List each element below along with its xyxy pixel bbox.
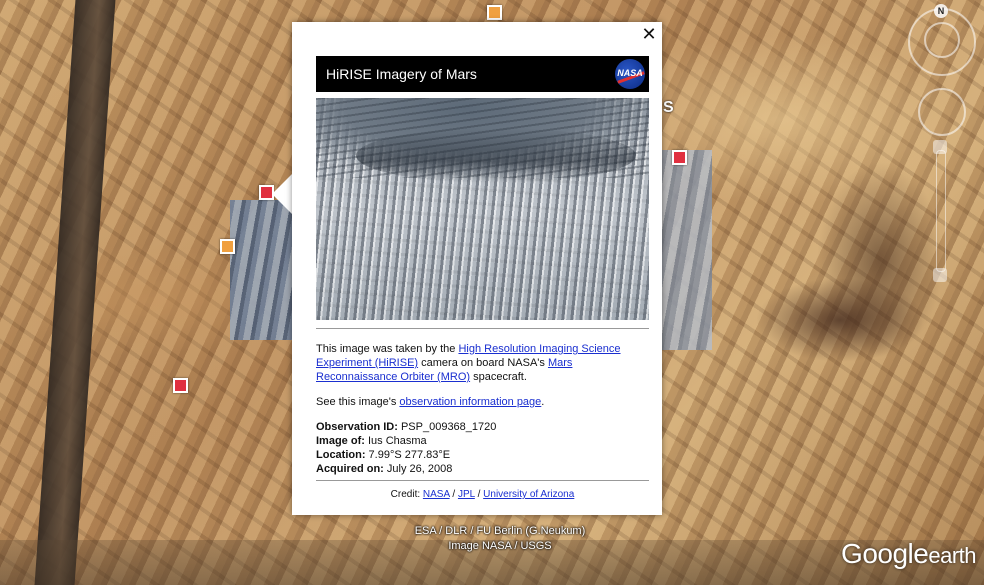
meta-value: July 26, 2008	[383, 463, 453, 475]
map-label: S	[663, 99, 674, 116]
credit-line: Credit: NASA / JPL / University of Arizo…	[316, 489, 649, 500]
navigation-controls[interactable]: N	[906, 0, 978, 300]
meta-label: Acquired on:	[316, 463, 384, 475]
meta-label: Image of:	[316, 435, 365, 447]
hirise-overlay-left	[230, 200, 295, 340]
google-earth-logo: Googleearth	[841, 538, 976, 570]
meta-label: Location:	[316, 449, 366, 461]
hirise-image	[316, 98, 649, 320]
compass-north-icon[interactable]: N	[934, 4, 948, 18]
move-joystick[interactable]	[918, 88, 966, 136]
look-joystick-inner[interactable]	[924, 22, 960, 58]
meta-row: Acquired on: July 26, 2008	[316, 462, 649, 476]
attribution-line: ESA / DLR / FU Berlin (G.Neukum)	[414, 525, 586, 537]
placemark-orange[interactable]	[487, 5, 502, 20]
meta-value: PSP_009368_1720	[397, 421, 497, 433]
placemark-red[interactable]	[173, 378, 188, 393]
balloon-header: HiRISE Imagery of Mars NASA	[316, 56, 649, 92]
meta-row: Image of: Ius Chasma	[316, 434, 649, 448]
observation-metadata: Observation ID: PSP_009368_1720 Image of…	[316, 420, 649, 476]
credit-nasa-link[interactable]: NASA	[423, 489, 450, 500]
imagery-strip-dark	[34, 0, 116, 585]
credit-jpl-link[interactable]: JPL	[458, 489, 475, 500]
info-balloon: ✕ HiRISE Imagery of Mars NASA This image…	[292, 22, 662, 515]
desc-text: This image was taken by the	[316, 343, 459, 355]
image-description: This image was taken by the High Resolut…	[316, 342, 649, 384]
balloon-title: HiRISE Imagery of Mars	[326, 66, 477, 82]
imagery-attribution: ESA / DLR / FU Berlin (G.Neukum) Image N…	[380, 524, 620, 554]
credit-uofa-link[interactable]: University of Arizona	[483, 489, 574, 500]
zoom-out-button[interactable]	[933, 268, 947, 282]
observation-info-line: See this image's observation information…	[316, 396, 649, 408]
zoom-in-button[interactable]	[933, 140, 947, 154]
meta-label: Observation ID:	[316, 421, 398, 433]
meta-value: 7.99°S 277.83°E	[365, 449, 451, 461]
balloon-pointer	[272, 172, 294, 216]
credit-separator: /	[474, 489, 484, 500]
placemark-orange[interactable]	[220, 239, 235, 254]
divider	[316, 480, 649, 481]
hirise-overlay-right	[662, 150, 712, 350]
credit-separator: /	[449, 489, 458, 500]
observation-info-link[interactable]: observation information page	[399, 396, 541, 408]
zoom-slider[interactable]	[936, 150, 946, 272]
placemark-red[interactable]	[672, 150, 687, 165]
attribution-line: Image NASA / USGS	[448, 540, 552, 552]
see-text: .	[541, 396, 545, 408]
credit-label: Credit:	[390, 489, 423, 500]
meta-row: Location: 7.99°S 277.83°E	[316, 448, 649, 462]
see-text: See this image's	[316, 396, 400, 408]
meta-value: Ius Chasma	[364, 435, 427, 447]
desc-text: spacecraft.	[470, 371, 527, 383]
divider	[316, 328, 649, 329]
meta-row: Observation ID: PSP_009368_1720	[316, 420, 649, 434]
logo-google-text: Google	[841, 538, 929, 569]
image-shadow-band	[356, 128, 636, 183]
close-icon[interactable]: ✕	[639, 24, 659, 44]
desc-text: camera on board NASA's	[418, 357, 548, 369]
logo-earth-text: earth	[928, 543, 976, 568]
nasa-logo-text: NASA	[617, 68, 643, 78]
nasa-logo-icon: NASA	[615, 59, 645, 89]
